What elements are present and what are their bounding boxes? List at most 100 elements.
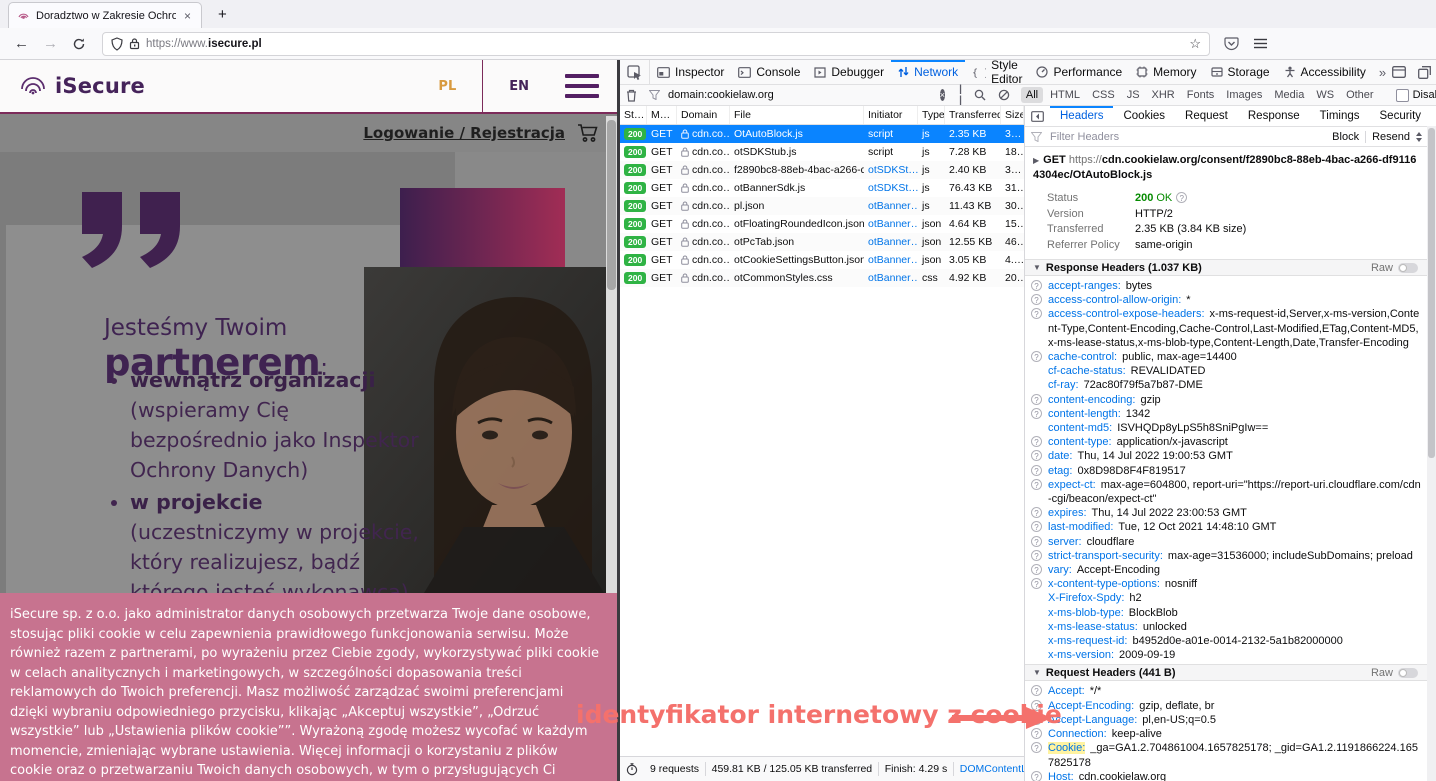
page-scrollbar[interactable] [606,116,617,593]
checkbox-icon[interactable] [1396,89,1409,102]
disable-cache-checkbox[interactable]: Disable Cache [1396,89,1436,102]
column-header[interactable]: Transferred [945,106,1001,124]
response-headers-section[interactable]: ▼ Response Headers (1.037 KB) Raw [1025,259,1436,276]
collapse-triangle-icon[interactable]: ▼ [1033,668,1041,677]
request-row[interactable]: 200GETcdn.co…otSDKStub.jsscriptjs7.28 KB… [620,143,1024,161]
header-name[interactable]: cf-ray: [1048,379,1079,391]
column-header[interactable]: Size [1001,106,1024,124]
initiator-cell[interactable]: otBanner… [864,200,918,212]
pick-element-icon[interactable] [620,60,650,84]
responsive-mode-icon[interactable] [1392,66,1406,78]
header-name[interactable]: content-encoding: [1048,394,1135,406]
header-name[interactable]: Host: [1048,771,1074,781]
request-row[interactable]: 200GETcdn.co…otCommonStyles.cssotBanner…… [620,269,1024,287]
header-name[interactable]: access-control-expose-headers: [1048,308,1205,320]
header-name[interactable]: accept-ranges: [1048,280,1121,292]
header-name[interactable]: expect-ct: [1048,479,1096,491]
tab-close-icon[interactable]: × [182,9,193,23]
request-row[interactable]: 200GETcdn.co…f2890bc8-88eb-4bac-a266-df9… [620,161,1024,179]
request-row[interactable]: 200GETcdn.co…otBannerSdk.jsotSDKSt…js76.… [620,179,1024,197]
browser-tab[interactable]: Doradztwo w Zakresie Ochrony Dany × [8,2,202,28]
header-name[interactable]: Connection: [1048,728,1107,740]
type-filter-fonts[interactable]: Fonts [1182,87,1220,103]
devtools-tab-style-editor[interactable]: { }Style Editor [965,60,1029,84]
header-name[interactable]: server: [1048,536,1082,548]
column-header[interactable]: Initiator [864,106,918,124]
cart-icon[interactable] [577,123,599,143]
info-icon[interactable]: ? [1031,408,1042,419]
url-bar[interactable]: https://www.isecure.pl ☆ [102,32,1210,56]
header-name[interactable]: vary: [1048,564,1072,576]
column-header[interactable]: M… [647,106,677,124]
header-name[interactable]: cache-control: [1048,351,1117,363]
header-name[interactable]: etag: [1048,465,1072,477]
details-scrollbar-thumb[interactable] [1428,128,1435,458]
resend-button[interactable]: Resend [1372,131,1410,143]
info-icon[interactable]: ? [1031,294,1042,305]
initiator-cell[interactable]: otBanner… [864,218,918,230]
header-name[interactable]: access-control-allow-origin: [1048,294,1181,306]
devtools-tab-debugger[interactable]: Debugger [807,60,891,84]
expand-triangle-icon[interactable]: ▶ [1033,156,1039,165]
info-icon[interactable]: ? [1031,564,1042,575]
new-tab-button[interactable]: + [212,2,233,28]
block-icon[interactable] [992,89,1016,101]
more-tools-chevron[interactable]: » [1373,60,1392,84]
devtools-tab-accessibility[interactable]: Accessibility [1277,60,1373,84]
info-icon[interactable]: ? [1031,578,1042,589]
lang-pl-button[interactable]: PL [412,79,482,94]
type-filter-other[interactable]: Other [1341,87,1379,103]
raw-toggle[interactable] [1398,263,1418,273]
header-name[interactable]: Cookie: [1048,742,1085,754]
details-tab-headers[interactable]: Headers [1050,106,1113,126]
info-icon[interactable]: ? [1031,280,1042,291]
details-tab-response[interactable]: Response [1238,106,1310,126]
request-row[interactable]: 200GETcdn.co…OtAutoBlock.jsscriptjs2.35 … [620,125,1024,143]
header-name[interactable]: x-content-type-options: [1048,578,1160,590]
lang-en-button[interactable]: EN [482,60,555,112]
info-icon[interactable]: ? [1031,507,1042,518]
type-filter-xhr[interactable]: XHR [1147,87,1180,103]
header-name[interactable]: X-Firefox-Spdy: [1048,592,1124,604]
pocket-icon[interactable] [1224,36,1239,51]
request-row[interactable]: 200GETcdn.co…otCookieSettingsButton.json… [620,251,1024,269]
login-register-link[interactable]: Logowanie / Rejestracja [363,124,565,142]
block-button[interactable]: Block [1332,131,1359,143]
lock-icon[interactable] [129,37,140,50]
type-filter-images[interactable]: Images [1221,87,1267,103]
type-filter-all[interactable]: All [1021,87,1043,103]
raw-toggle[interactable] [1398,668,1418,678]
devtools-tab-storage[interactable]: Storage [1204,60,1277,84]
info-icon[interactable]: ? [1031,450,1042,461]
header-name[interactable]: content-md5: [1048,422,1112,434]
column-header[interactable]: File [730,106,864,124]
search-icon[interactable] [968,89,992,101]
info-icon[interactable]: ? [1031,351,1042,362]
network-filter-input[interactable]: domain:cookielaw.org [668,89,774,101]
pause-icon[interactable]: | | [953,84,968,106]
details-tab-timings[interactable]: Timings [1310,106,1370,126]
header-name[interactable]: x-ms-version: [1048,649,1114,661]
reload-icon[interactable] [72,37,86,51]
devtools-tab-inspector[interactable]: Inspector [650,60,731,84]
split-panel-icon[interactable] [1025,106,1050,126]
header-name[interactable]: x-ms-blob-type: [1048,607,1124,619]
info-icon[interactable]: ? [1031,436,1042,447]
type-filter-html[interactable]: HTML [1045,87,1085,103]
info-icon[interactable]: ? [1031,550,1042,561]
request-headers-section[interactable]: ▼ Request Headers (441 B) Raw [1025,664,1436,681]
type-filter-css[interactable]: CSS [1087,87,1120,103]
header-name[interactable]: cf-cache-status: [1048,365,1126,377]
info-icon[interactable]: ? [1031,685,1042,696]
collapse-triangle-icon[interactable]: ▼ [1033,263,1041,272]
filter-headers-input[interactable]: Filter Headers [1050,131,1119,143]
site-logo[interactable]: iSecure [18,71,145,101]
details-tab-cookies[interactable]: Cookies [1113,106,1175,126]
header-name[interactable]: content-length: [1048,408,1121,420]
info-icon[interactable]: ? [1031,394,1042,405]
devtools-tab-memory[interactable]: Memory [1129,60,1203,84]
details-scrollbar[interactable] [1427,126,1436,781]
initiator-cell[interactable]: otBanner… [864,254,918,266]
info-icon[interactable]: ? [1031,465,1042,476]
info-icon[interactable]: ? [1031,521,1042,532]
